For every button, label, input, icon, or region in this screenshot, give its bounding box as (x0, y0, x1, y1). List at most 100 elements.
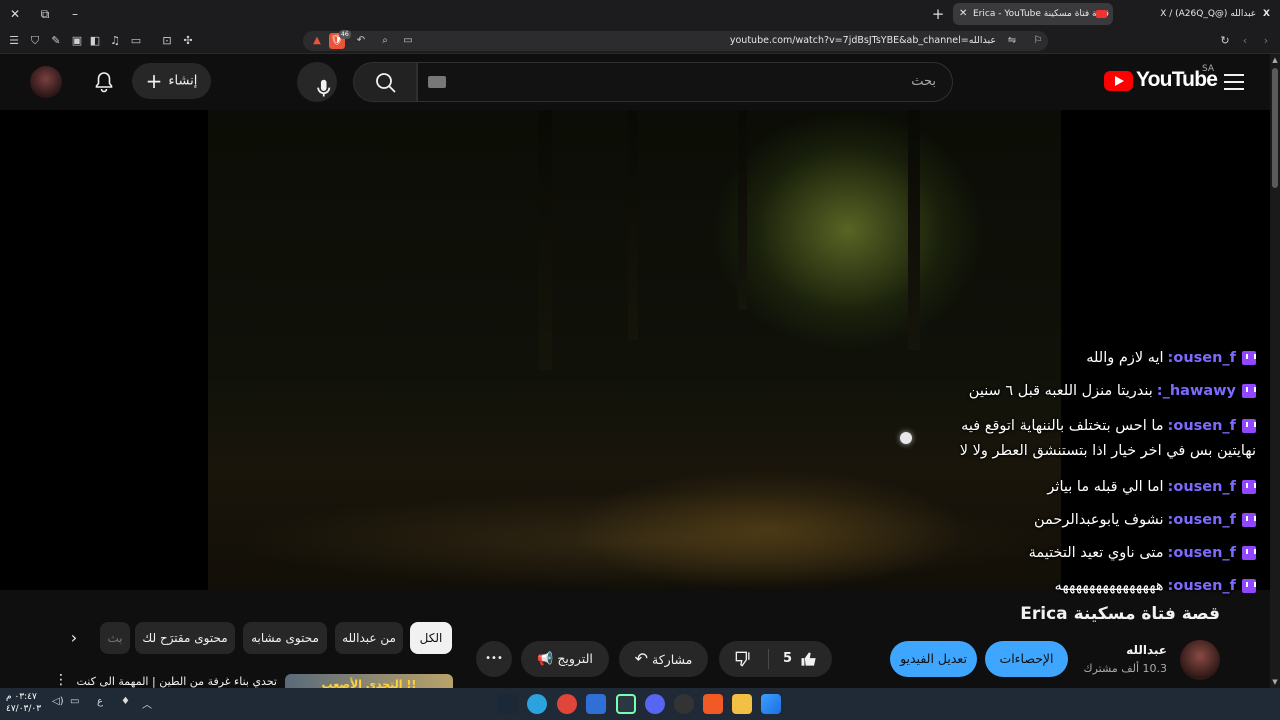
restore-window-icon[interactable]: ⧉ (35, 4, 55, 24)
telegram-icon[interactable] (527, 694, 547, 714)
scroll-down-icon[interactable]: ▼ (1270, 678, 1280, 686)
recorder-icon[interactable] (557, 694, 577, 714)
bookmark-icon[interactable]: ⚐ (1030, 33, 1046, 49)
chat-message: ousen_f:اما الي قبله ما بياثر (936, 477, 1256, 497)
page-scrollbar[interactable]: ▲ ▼ (1270, 54, 1280, 688)
analytics-button[interactable]: الإحصاءات (985, 641, 1068, 677)
network-icon[interactable]: ▭ (70, 696, 79, 707)
zoom-icon[interactable]: ⌕ (377, 33, 393, 49)
volume-icon[interactable]: ◁) (52, 696, 64, 707)
video-title: قصة فتاة مسكينة Erica (1020, 604, 1220, 624)
reader-icon[interactable]: ▭ (400, 33, 416, 49)
close-window-icon[interactable]: ✕ (5, 4, 25, 24)
back-arrow-icon[interactable]: ↶ (353, 33, 369, 49)
search-input[interactable]: بحث (417, 62, 953, 102)
language-indicator[interactable]: ع (97, 696, 103, 707)
recommendation-thumbnail[interactable]: التحدي الأصعب !! (285, 674, 453, 688)
guide-menu-icon[interactable] (1224, 74, 1244, 90)
edit-video-button[interactable]: تعديل الفيديو (890, 641, 977, 677)
chip-all[interactable]: الكل (410, 622, 452, 654)
twitch-icon (1242, 351, 1256, 365)
tab-youtube[interactable]: ✕ Erica - YouTube قصة فتاة مسكينة (953, 3, 1113, 25)
like-count: 5 (783, 651, 793, 666)
like-separator (768, 649, 769, 669)
file-explorer-icon[interactable] (732, 694, 752, 714)
chip-similar[interactable]: محتوى مشابه (243, 622, 327, 654)
account-avatar[interactable] (30, 66, 62, 98)
editor-icon[interactable] (616, 694, 636, 714)
scroll-up-icon[interactable]: ▲ (1270, 56, 1280, 64)
video-player[interactable]: ousen_f:ايه لازم والله hawawy_:بندريتا م… (0, 110, 1270, 594)
microphone-icon (317, 79, 331, 97)
music-icon[interactable]: ♫ (107, 33, 123, 49)
browser-tab-strip: ✕ ⧉ – + ✕ Erica - YouTube قصة فتاة مسكين… (0, 0, 1280, 28)
brave-rewards-icon[interactable]: ▲ (309, 33, 325, 49)
screenshot-icon[interactable]: ⊡ (159, 33, 175, 49)
chat-message: ousen_f:ايه لازم والله (936, 348, 1256, 368)
wallet-icon[interactable]: ▭ (128, 33, 144, 49)
shields-count-badge: 46 (339, 30, 351, 39)
twitch-icon (1242, 546, 1256, 560)
keyboard-icon[interactable] (428, 76, 446, 88)
new-tab-icon[interactable]: + (928, 4, 948, 24)
video-frame[interactable] (208, 110, 1061, 590)
microphone-tray-icon[interactable]: ♦ (121, 696, 130, 707)
chip-live[interactable]: بث (100, 622, 130, 654)
country-code: SA (1202, 64, 1215, 74)
megaphone-icon: 📢 (537, 652, 554, 667)
scrollbar-thumb[interactable] (1272, 68, 1278, 188)
menu-icon[interactable]: ☰ (6, 33, 22, 49)
puzzle-icon[interactable]: ✣ (180, 33, 196, 49)
notifications-bell-icon[interactable] (92, 70, 116, 94)
discord-icon[interactable] (645, 694, 665, 714)
chevron-right-icon[interactable]: › (60, 624, 88, 652)
chip-from-channel[interactable]: من عبدالله (335, 622, 403, 654)
recommendation-menu-icon[interactable]: ⋮ (54, 672, 68, 688)
reload-icon[interactable]: ↻ (1217, 33, 1233, 49)
tab-title: Erica - YouTube قصة فتاة مسكينة (973, 9, 1109, 19)
youtube-favicon-icon (1096, 10, 1107, 18)
tray-chevron-icon[interactable]: ︿ (142, 696, 152, 711)
channel-avatar[interactable] (1180, 640, 1220, 680)
like-icon[interactable] (799, 649, 819, 669)
dislike-icon[interactable] (733, 649, 753, 669)
taskbar-clock[interactable]: ٠٣:٤٧ م ٤٧/٠٣/٠٣ (6, 691, 41, 715)
clock-date: ٤٧/٠٣/٠٣ (6, 704, 42, 714)
extensions-icon[interactable]: ▣ (69, 33, 85, 49)
chip-recommended[interactable]: محتوى مقترَح لك (135, 622, 235, 654)
youtube-logo[interactable]: YouTube SA (1104, 64, 1218, 96)
promote-button[interactable]: 📢 الترويج (521, 641, 609, 677)
github-icon[interactable] (674, 694, 694, 714)
back-icon[interactable]: ‹ (1237, 33, 1253, 49)
shield-icon[interactable]: ⛉ (27, 33, 43, 49)
search-button[interactable] (353, 62, 417, 102)
search-box: بحث (353, 62, 953, 102)
voice-search-button[interactable] (297, 62, 337, 102)
windows-start-icon[interactable] (761, 694, 781, 714)
create-button[interactable]: + إنشاء (132, 63, 211, 99)
share-label: مشاركة (652, 652, 693, 667)
brave-icon[interactable] (703, 694, 723, 714)
recommendation-title[interactable]: تحدي بناء غرفة من الطين | المهمة الى كنت (76, 675, 277, 688)
plus-icon: + (145, 69, 163, 93)
site-settings-icon[interactable]: ⇋ (1004, 33, 1020, 49)
like-dislike-group: 5 (719, 641, 832, 677)
youtube-header: + إنشاء بحث YouTube SA (0, 54, 1270, 110)
sidebar-icon[interactable]: ◧ (87, 33, 103, 49)
more-actions-button[interactable]: ••• (476, 641, 512, 677)
tab-x[interactable]: X / (A26Q_Q@) عبدالله X (1130, 3, 1278, 25)
brave-shields-icon[interactable]: 🛡 46 (329, 30, 351, 49)
channel-name[interactable]: عبدالله (1126, 643, 1167, 657)
steam-icon[interactable] (498, 694, 518, 714)
share-button[interactable]: ↶ مشاركة (619, 641, 708, 677)
chat-overlay: ousen_f:ايه لازم والله hawawy_:بندريتا م… (936, 348, 1256, 609)
tools-icon[interactable]: ✎ (48, 33, 64, 49)
tab-close-icon[interactable]: ✕ (959, 3, 967, 25)
chat-message: hawawy_:بندريتا منزل اللعبه قبل ٦ سنين (936, 381, 1256, 401)
light-orb (900, 432, 912, 444)
forward-icon[interactable]: › (1258, 33, 1274, 49)
promote-label: الترويج (557, 651, 593, 666)
notes-icon[interactable] (586, 694, 606, 714)
address-bar[interactable]: ▲ 🛡 46 ↶ ⌕ ▭ youtube.com/watch?v=7jdBsJT… (303, 30, 1048, 51)
minimize-window-icon[interactable]: – (65, 4, 85, 24)
